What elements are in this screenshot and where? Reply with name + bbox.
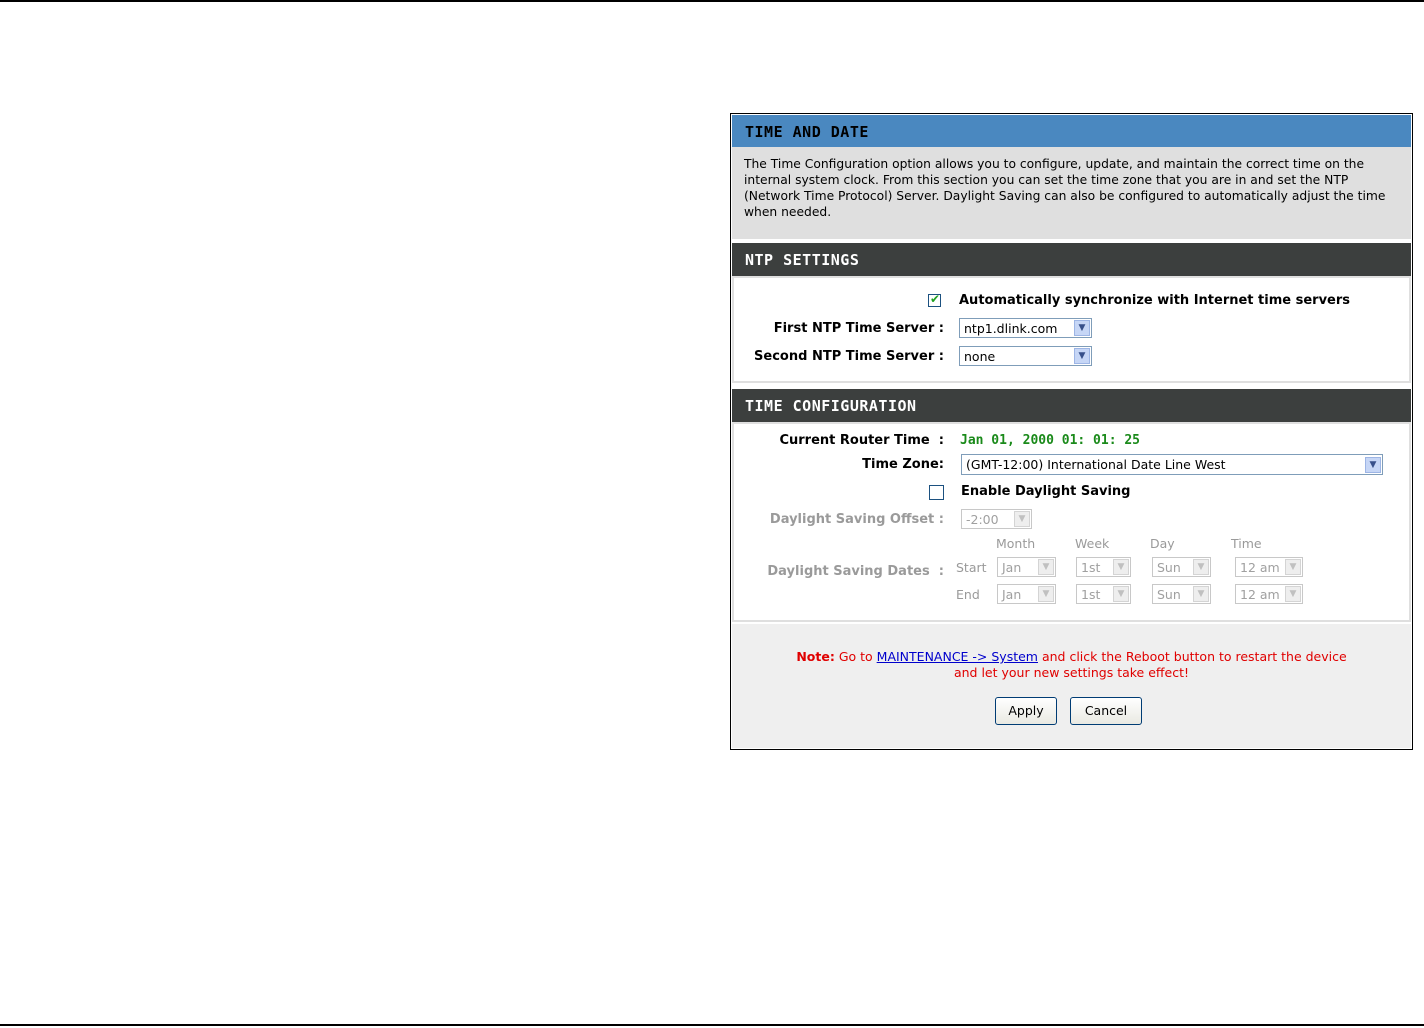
dst-dates-label: Daylight Saving Dates : (767, 564, 944, 579)
chevron-down-icon: ▼ (1074, 348, 1090, 364)
dst-start-time-select[interactable]: 12 am ▼ (1235, 557, 1303, 577)
ntp-settings-section: NTP SETTINGS ✔ Automatically synchronize… (732, 243, 1411, 383)
dst-offset-select[interactable]: -2:00 ▼ (961, 509, 1032, 529)
dst-end-month-select[interactable]: Jan ▼ (997, 584, 1056, 604)
dst-end-week-value: 1st (1081, 587, 1101, 602)
second-ntp-select[interactable]: none ▼ (959, 346, 1092, 366)
col-week-header: Week (1075, 536, 1110, 551)
dst-end-day-select[interactable]: Sun ▼ (1152, 584, 1211, 604)
ntp-settings-body: ✔ Automatically synchronize with Interne… (734, 278, 1409, 381)
dst-offset-label: Daylight Saving Offset : (769, 512, 944, 527)
note-after-link: and click the Reboot button to restart t… (1041, 649, 1347, 664)
chevron-down-icon: ▼ (1193, 559, 1209, 575)
dst-start-day-value: Sun (1157, 560, 1181, 575)
dst-end-day-value: Sun (1157, 587, 1181, 602)
current-time-label: Current Router Time : (779, 433, 944, 448)
reboot-note-line2: and let your new settings take effect! (953, 665, 1190, 680)
daylight-saving-label: Enable Daylight Saving (961, 484, 1131, 499)
current-router-time: Jan 01, 2000 01: 01: 25 (960, 433, 1141, 448)
time-and-date-header: TIME AND DATE (732, 115, 1411, 147)
maintenance-system-link[interactable]: MAINTENANCE -> System (877, 649, 1038, 664)
col-day-header: Day (1150, 536, 1175, 551)
apply-button[interactable]: Apply (995, 697, 1057, 725)
chevron-down-icon: ▼ (1074, 320, 1090, 336)
time-and-date-title: TIME AND DATE (745, 123, 869, 141)
dst-start-month-value: Jan (1002, 560, 1022, 575)
note-go-to: Go to (838, 649, 873, 664)
dst-start-day-select[interactable]: Sun ▼ (1152, 557, 1211, 577)
dst-end-label: End (956, 587, 980, 602)
dst-offset-value: -2:00 (966, 512, 999, 527)
checkmark-icon: ✔ (930, 292, 941, 306)
ntp-settings-header: NTP SETTINGS (732, 243, 1411, 276)
second-ntp-label: Second NTP Time Server : (754, 349, 944, 364)
dst-end-month-value: Jan (1002, 587, 1022, 602)
chevron-down-icon: ▼ (1113, 586, 1129, 602)
dst-start-time-value: 12 am (1240, 560, 1280, 575)
note-prefix: Note: (796, 649, 835, 664)
chevron-down-icon: ▼ (1038, 559, 1054, 575)
time-zone-label: Time Zone: (862, 457, 944, 472)
dst-end-time-select[interactable]: 12 am ▼ (1235, 584, 1303, 604)
time-zone-value: (GMT-12:00) International Date Line West (966, 457, 1226, 472)
dst-start-label: Start (956, 560, 987, 575)
col-month-header: Month (996, 536, 1036, 551)
chevron-down-icon: ▼ (1193, 586, 1209, 602)
dst-start-week-value: 1st (1081, 560, 1101, 575)
chevron-down-icon: ▼ (1014, 511, 1030, 527)
dst-start-week-select[interactable]: 1st ▼ (1076, 557, 1131, 577)
ntp-settings-title: NTP SETTINGS (745, 251, 860, 269)
time-and-date-panel: TIME AND DATE The Time Configuration opt… (730, 113, 1413, 750)
time-configuration-body: Current Router Time : Jan 01, 2000 01: 0… (734, 424, 1409, 620)
time-and-date-section: TIME AND DATE The Time Configuration opt… (732, 115, 1411, 239)
bottom-rule (0, 1024, 1424, 1026)
time-zone-select[interactable]: (GMT-12:00) International Date Line West… (961, 454, 1383, 475)
chevron-down-icon: ▼ (1038, 586, 1054, 602)
reboot-note: Note: Go to MAINTENANCE -> System and cl… (732, 649, 1411, 664)
dst-end-time-value: 12 am (1240, 587, 1280, 602)
dst-end-week-select[interactable]: 1st ▼ (1076, 584, 1131, 604)
first-ntp-value: ntp1.dlink.com (964, 321, 1058, 336)
cancel-button[interactable]: Cancel (1070, 697, 1142, 725)
first-ntp-select[interactable]: ntp1.dlink.com ▼ (959, 318, 1092, 338)
chevron-down-icon: ▼ (1365, 457, 1381, 473)
footer-section: Note: Go to MAINTENANCE -> System and cl… (732, 624, 1411, 748)
first-ntp-label: First NTP Time Server : (773, 321, 944, 336)
time-configuration-header: TIME CONFIGURATION (732, 389, 1411, 422)
dst-start-month-select[interactable]: Jan ▼ (997, 557, 1056, 577)
daylight-saving-checkbox[interactable] (929, 485, 944, 500)
auto-sync-label: Automatically synchronize with Internet … (959, 293, 1351, 308)
chevron-down-icon: ▼ (1285, 586, 1301, 602)
top-rule (0, 0, 1424, 2)
col-time-header: Time (1231, 536, 1262, 551)
time-configuration-title: TIME CONFIGURATION (745, 397, 917, 415)
chevron-down-icon: ▼ (1113, 559, 1129, 575)
auto-sync-checkbox[interactable]: ✔ (928, 292, 941, 307)
time-and-date-description: The Time Configuration option allows you… (744, 157, 1386, 219)
second-ntp-value: none (964, 349, 996, 364)
time-configuration-section: TIME CONFIGURATION Current Router Time :… (732, 389, 1411, 622)
chevron-down-icon: ▼ (1285, 559, 1301, 575)
